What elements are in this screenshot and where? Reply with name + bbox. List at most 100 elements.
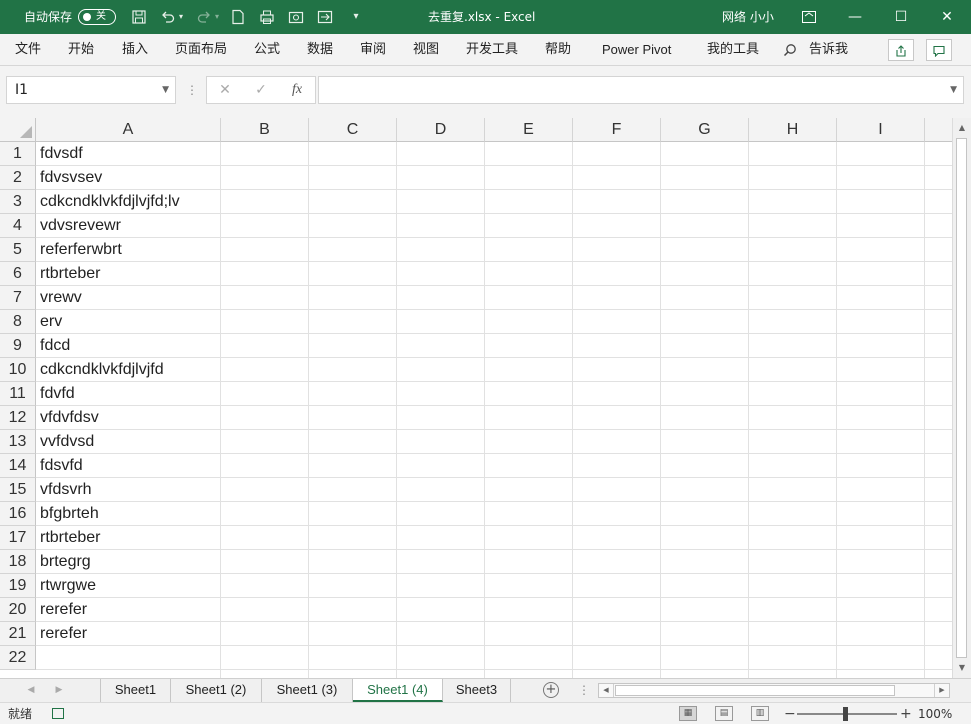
row-header[interactable]: 7: [0, 286, 36, 310]
row-header[interactable]: 10: [0, 358, 36, 382]
column-header-c[interactable]: C: [309, 118, 397, 142]
sheet-tab[interactable]: Sheet1 (2): [171, 679, 262, 702]
row-header[interactable]: 15: [0, 478, 36, 502]
cell-a11[interactable]: fdvfd: [40, 382, 75, 406]
macro-record-icon[interactable]: [52, 708, 64, 719]
scroll-down-icon[interactable]: ▼: [953, 660, 971, 676]
name-box[interactable]: I1 ▼: [6, 76, 176, 104]
page-break-view-icon[interactable]: ▥: [751, 706, 769, 721]
zoom-out-icon[interactable]: −: [784, 703, 796, 725]
column-header-g[interactable]: G: [661, 118, 749, 142]
row-header[interactable]: 5: [0, 238, 36, 262]
cell-a18[interactable]: brtegrg: [40, 550, 91, 574]
prev-sheet-icon[interactable]: ◀: [20, 679, 42, 702]
customize-dropdown-icon[interactable]: ▾: [348, 9, 364, 25]
sheet-tab-active[interactable]: Sheet1 (4): [353, 679, 443, 702]
insert-function-icon[interactable]: fx: [285, 77, 309, 103]
sheet-tab[interactable]: Sheet1: [100, 679, 171, 702]
undo-dropdown-icon[interactable]: ▾: [177, 9, 185, 25]
cell-a20[interactable]: rerefer: [40, 598, 87, 622]
tab-page-layout[interactable]: 页面布局: [175, 34, 227, 65]
column-header-f[interactable]: F: [573, 118, 661, 142]
minimize-icon[interactable]: —: [832, 0, 878, 34]
vertical-scroll-thumb[interactable]: [956, 138, 967, 658]
tab-file[interactable]: 文件: [15, 34, 41, 65]
cell-a14[interactable]: fdsvfd: [40, 454, 83, 478]
tab-formulas[interactable]: 公式: [254, 34, 280, 65]
row-header[interactable]: 13: [0, 430, 36, 454]
vertical-scrollbar[interactable]: ▲ ▼: [952, 118, 971, 678]
horizontal-scroll-thumb[interactable]: [615, 685, 895, 696]
scroll-up-icon[interactable]: ▲: [953, 120, 971, 136]
sheet-tab[interactable]: Sheet3: [443, 679, 511, 702]
column-header-i[interactable]: I: [837, 118, 925, 142]
tab-power-pivot[interactable]: Power Pivot: [602, 34, 671, 65]
enter-check-icon[interactable]: ✓: [249, 77, 273, 103]
add-sheet-icon[interactable]: +: [543, 682, 559, 698]
row-header[interactable]: 12: [0, 406, 36, 430]
cell-a10[interactable]: cdkcndklvkfdjlvjfd: [40, 358, 164, 382]
row-header[interactable]: 21: [0, 622, 36, 646]
tell-me-box[interactable]: 告诉我: [809, 34, 848, 65]
cell-a12[interactable]: vfdvfdsv: [40, 406, 99, 430]
column-header-e[interactable]: E: [485, 118, 573, 142]
cell-a2[interactable]: fdvsvsev: [40, 166, 102, 190]
screenshot-icon[interactable]: [288, 9, 304, 25]
worksheet-grid[interactable]: A B C D E F G H I 1 2 3 4 5 6 7 8 9 10 1…: [0, 118, 971, 678]
cell-a8[interactable]: erv: [40, 310, 62, 334]
row-header[interactable]: 17: [0, 526, 36, 550]
cell-a13[interactable]: vvfdvsd: [40, 430, 94, 454]
redo-dropdown-icon[interactable]: ▾: [213, 9, 221, 25]
cancel-icon[interactable]: ✕: [213, 77, 237, 103]
formula-input[interactable]: ▼: [318, 76, 964, 104]
cell-a1[interactable]: fdvsdf: [40, 142, 83, 166]
row-header[interactable]: 3: [0, 190, 36, 214]
next-sheet-icon[interactable]: ▶: [48, 679, 70, 702]
tab-help[interactable]: 帮助: [545, 34, 571, 65]
tab-view[interactable]: 视图: [413, 34, 439, 65]
cell-a19[interactable]: rtwrgwe: [40, 574, 96, 598]
cell-a16[interactable]: bfgbrteh: [40, 502, 99, 526]
cell-a9[interactable]: fdcd: [40, 334, 70, 358]
column-header-a[interactable]: A: [36, 118, 221, 142]
column-header-h[interactable]: H: [749, 118, 837, 142]
cell-a3[interactable]: cdkcndklvkfdjlvjfd;lv: [40, 190, 180, 214]
scroll-right-icon[interactable]: ▶: [934, 684, 949, 697]
row-header[interactable]: 2: [0, 166, 36, 190]
new-file-icon[interactable]: [230, 9, 246, 25]
tab-insert[interactable]: 插入: [122, 34, 148, 65]
tab-split-grip-icon[interactable]: ⋮: [578, 679, 590, 702]
zoom-in-icon[interactable]: +: [900, 703, 912, 725]
tab-home[interactable]: 开始: [68, 34, 94, 65]
tab-data[interactable]: 数据: [307, 34, 333, 65]
row-header[interactable]: 14: [0, 454, 36, 478]
row-header[interactable]: 8: [0, 310, 36, 334]
select-all-button[interactable]: [0, 118, 36, 142]
search-icon[interactable]: [783, 34, 799, 65]
expand-formula-bar-icon[interactable]: ▼: [950, 77, 957, 103]
column-header-b[interactable]: B: [221, 118, 309, 142]
cell-a15[interactable]: vfdsvrh: [40, 478, 92, 502]
row-header[interactable]: 22: [0, 646, 36, 670]
user-name[interactable]: 网络 小小: [722, 0, 774, 34]
comments-button[interactable]: [926, 39, 952, 61]
zoom-slider-thumb[interactable]: [843, 707, 848, 721]
name-box-dropdown-icon[interactable]: ▼: [162, 77, 169, 103]
row-header[interactable]: 9: [0, 334, 36, 358]
formula-bar-grip-icon[interactable]: ⋮: [186, 80, 198, 100]
tab-review[interactable]: 审阅: [360, 34, 386, 65]
sheet-tab[interactable]: Sheet1 (3): [262, 679, 353, 702]
maximize-icon[interactable]: ☐: [878, 0, 924, 34]
share-button[interactable]: [888, 39, 914, 61]
cell-area[interactable]: fdvsdf fdvsvsev cdkcndklvkfdjlvjfd;lv vd…: [36, 142, 956, 678]
cell-a7[interactable]: vrewv: [40, 286, 82, 310]
row-header[interactable]: 4: [0, 214, 36, 238]
cell-a17[interactable]: rtbrteber: [40, 526, 100, 550]
cell-a21[interactable]: rerefer: [40, 622, 87, 646]
cell-a4[interactable]: vdvsrevewr: [40, 214, 121, 238]
ribbon-display-icon[interactable]: [786, 0, 832, 34]
cell-a5[interactable]: referferwbrt: [40, 238, 122, 262]
cell-a6[interactable]: rtbrteber: [40, 262, 100, 286]
save-icon[interactable]: [131, 9, 147, 25]
normal-view-icon[interactable]: ▦: [679, 706, 697, 721]
